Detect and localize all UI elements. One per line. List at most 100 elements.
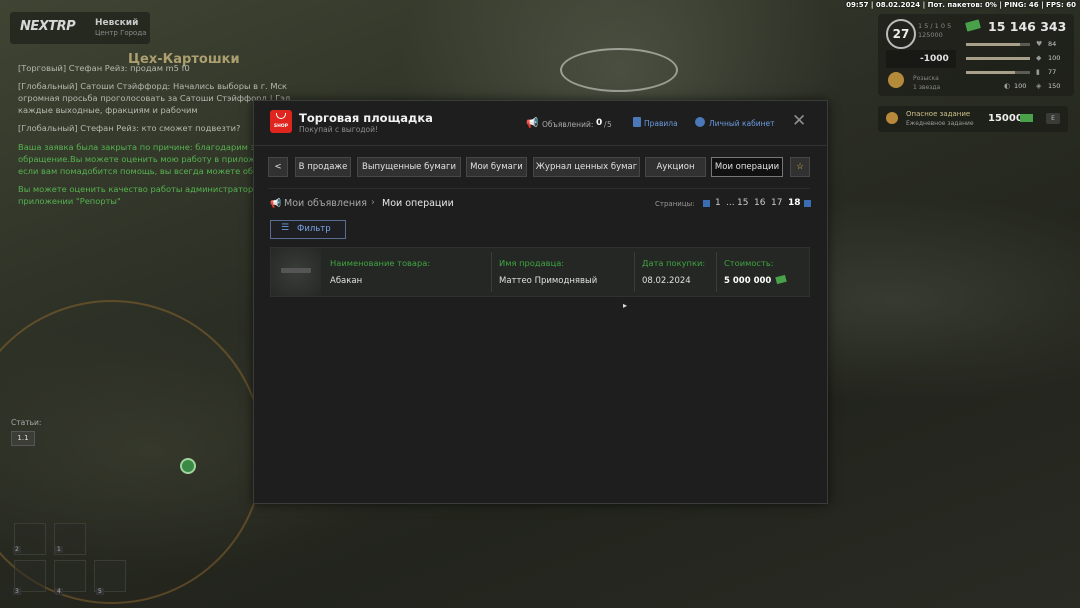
slot-number: 3 bbox=[13, 588, 21, 595]
ads-count: 0 bbox=[596, 118, 603, 128]
rules-link[interactable]: Правила bbox=[644, 119, 678, 128]
cell-price: 5 000 000 bbox=[724, 276, 772, 286]
page-link[interactable]: 17 bbox=[771, 198, 782, 208]
wanted-stars: 1 звезда bbox=[913, 84, 941, 91]
player-xp: 1 5 / 1 0 5 125000 bbox=[918, 22, 951, 40]
page-current[interactable]: 18 bbox=[788, 198, 801, 208]
table-row[interactable] bbox=[270, 247, 810, 297]
chat-line: Вы можете оценить качество работы админи… bbox=[18, 184, 266, 194]
slot-number: 5 bbox=[96, 588, 104, 595]
thirst-value: 100 bbox=[1014, 82, 1027, 90]
slot-number: 4 bbox=[55, 588, 63, 595]
cell-seller: Маттео Примоднявый bbox=[499, 276, 598, 286]
shop-logo-text: SHOP bbox=[273, 124, 289, 129]
chat-line: огромная просьба проголосовать за Сатоши… bbox=[18, 93, 290, 103]
column-header-seller: Имя продавца: bbox=[499, 258, 565, 268]
map-marker-icon bbox=[180, 458, 196, 474]
server-name: Невский bbox=[95, 18, 139, 28]
breadcrumb-chevron-icon: › bbox=[371, 197, 375, 208]
health-bar-fill bbox=[966, 43, 1020, 46]
page-link[interactable]: 15 bbox=[737, 198, 748, 208]
chat-line: каждые выходные, фракциям и рабочим bbox=[18, 105, 198, 115]
hunger-bar-fill bbox=[966, 71, 1016, 74]
column-divider bbox=[491, 252, 492, 292]
slot-number: 2 bbox=[13, 546, 21, 553]
page-prev-icon[interactable] bbox=[703, 200, 710, 207]
personal-cabinet-link[interactable]: Личный кабинет bbox=[709, 119, 775, 128]
armor-bar bbox=[966, 57, 1030, 60]
page-ellipsis: ... bbox=[726, 198, 735, 208]
tab-my-operations[interactable]: Мои операции bbox=[711, 157, 783, 177]
column-divider bbox=[716, 252, 717, 292]
tab-auction[interactable]: Аукцион bbox=[645, 157, 706, 177]
cell-date: 08.02.2024 bbox=[642, 276, 691, 286]
back-button[interactable]: < bbox=[268, 157, 288, 177]
xp-max: 125000 bbox=[918, 31, 943, 39]
articles-label: Статьи: bbox=[11, 418, 42, 427]
tab-issued-papers[interactable]: Выпущенные бумаги bbox=[357, 157, 461, 177]
chat-line: [Торговый] Стефан Рейз: продам m5 f0 bbox=[18, 63, 190, 73]
slot-number: 1 bbox=[55, 546, 63, 553]
chat-line: если вам помадобится помощь, вы всегда м… bbox=[18, 166, 290, 176]
tab-my-papers[interactable]: Мои бумаги bbox=[466, 157, 527, 177]
breadcrumb-my-ads[interactable]: Мои объявления bbox=[284, 198, 367, 209]
user-icon bbox=[695, 117, 705, 127]
water-value: 150 bbox=[1048, 82, 1061, 90]
water-icon: ◈ bbox=[1036, 82, 1042, 90]
column-divider bbox=[634, 252, 635, 292]
task-key-button[interactable]: Е bbox=[1046, 113, 1060, 124]
articles-value: 1.1 bbox=[11, 431, 35, 446]
armor-icon: ◆ bbox=[1036, 54, 1042, 62]
breadcrumb-my-operations: Мои операции bbox=[382, 198, 454, 209]
health-bar bbox=[966, 43, 1030, 46]
tab-on-sale[interactable]: В продаже bbox=[295, 157, 351, 177]
hunger-icon: ▮ bbox=[1036, 68, 1040, 76]
player-level: 27 bbox=[886, 19, 916, 49]
status-line: 09:57 | 08.02.2024 | Пот. пакетов: 0% | … bbox=[846, 1, 1076, 9]
floor-ring-marker-2 bbox=[0, 300, 264, 604]
task-title: Опасное задание bbox=[906, 110, 971, 118]
close-button[interactable]: ✕ bbox=[792, 111, 806, 131]
chat-line: приложении "Репорты" bbox=[18, 196, 121, 206]
armor-bar-fill bbox=[966, 57, 1030, 60]
cell-item: Абакан bbox=[330, 276, 363, 286]
column-header-item: Наименование товара: bbox=[330, 258, 431, 268]
tab-securities-journal[interactable]: Журнал ценных бумаг bbox=[533, 157, 640, 177]
player-money: 15 146 343 bbox=[988, 19, 1067, 34]
task-subtitle: Ежедневное задание bbox=[906, 120, 974, 127]
mouse-cursor-icon: ▸ bbox=[623, 301, 628, 310]
favorites-star-button[interactable]: ☆ bbox=[790, 157, 810, 177]
pages-label: Страницы: bbox=[655, 200, 695, 208]
task-icon bbox=[886, 112, 898, 124]
header-divider bbox=[253, 145, 828, 146]
server-logo: NEXTRP bbox=[20, 19, 76, 34]
chat-line: [Глобальный] Стефан Рейз: кто сможет под… bbox=[18, 123, 241, 133]
skull-icon bbox=[888, 72, 904, 88]
megaphone-icon: 📢 bbox=[526, 118, 539, 129]
armor-value: 100 bbox=[1048, 54, 1061, 62]
page-link[interactable]: 1 bbox=[715, 198, 721, 208]
player-debt: -1000 bbox=[920, 54, 949, 64]
chat-line: [Глобальный] Сатоши Стэйффорд: Начались … bbox=[18, 81, 288, 91]
floor-ring-marker bbox=[560, 48, 678, 92]
hunger-bar bbox=[966, 71, 1030, 74]
server-location: Центр Города bbox=[95, 29, 147, 37]
health-icon: ♥ bbox=[1036, 40, 1043, 48]
page-next-icon[interactable] bbox=[804, 200, 811, 207]
rules-icon bbox=[633, 117, 641, 127]
task-reward: 15000 bbox=[988, 113, 1023, 124]
cash-icon bbox=[1020, 114, 1033, 122]
xp-value: 1 5 / 1 0 5 bbox=[918, 22, 952, 30]
chat-line: обращение.Вы можете оценить мою работу в… bbox=[18, 154, 278, 164]
health-value: 84 bbox=[1048, 40, 1057, 48]
ads-label: Объявлений: bbox=[542, 120, 594, 129]
chat-line: Ваша заявка была закрыта по причине: бла… bbox=[18, 142, 261, 152]
filter-icon: ☰ bbox=[281, 223, 290, 233]
wanted-level: Розыска 1 звезда bbox=[913, 74, 940, 92]
column-header-date: Дата покупки: bbox=[642, 258, 706, 268]
column-header-price: Стоимость: bbox=[724, 258, 774, 268]
hunger-value: 77 bbox=[1048, 68, 1057, 76]
filter-label: Фильтр bbox=[297, 224, 331, 234]
ads-limit: 5 bbox=[607, 120, 612, 129]
page-link[interactable]: 16 bbox=[754, 198, 765, 208]
